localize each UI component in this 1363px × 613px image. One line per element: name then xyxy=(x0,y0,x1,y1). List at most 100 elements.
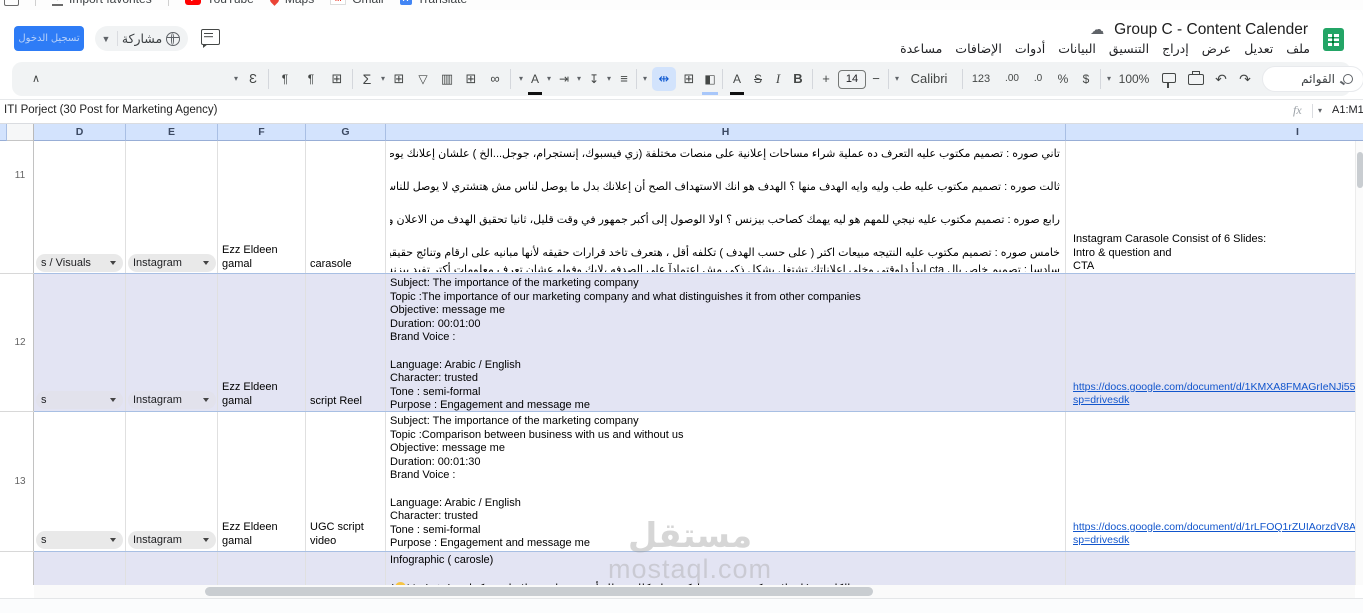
dropdown-icon[interactable]: ▾ xyxy=(640,62,650,96)
dropdown-chip-platform[interactable]: Instagram xyxy=(128,254,216,272)
cell-content-brief[interactable]: Subject: The importance of the marketing… xyxy=(390,277,1060,413)
sheets-logo[interactable] xyxy=(1323,28,1344,51)
menu-format[interactable]: التنسيق xyxy=(1109,41,1149,56)
increase-font-size-button[interactable]: + xyxy=(818,62,834,96)
cell-content-arabic[interactable]: تاني صوره : تصميم مكتوب عليه التعرف ده ع… xyxy=(390,146,1060,272)
dropdown-chip-type[interactable]: s / Visuals xyxy=(36,254,123,272)
borders-icon[interactable]: ⊞ xyxy=(680,62,698,96)
column-header-i[interactable]: I xyxy=(1066,124,1363,141)
insert-link-icon[interactable]: ∞ xyxy=(486,62,504,96)
strikethrough-icon[interactable]: S xyxy=(750,62,766,96)
menu-view[interactable]: عرض xyxy=(1202,41,1231,56)
decrease-font-size-button[interactable]: − xyxy=(868,62,884,96)
column-header-partial[interactable] xyxy=(0,124,7,141)
column-header-e[interactable]: E xyxy=(126,124,218,141)
column-header-f[interactable]: F xyxy=(218,124,306,141)
bold-icon[interactable]: B xyxy=(790,62,806,96)
dropdown-icon[interactable]: ▾ xyxy=(230,62,242,96)
zoom-level[interactable]: 100% xyxy=(1116,62,1152,96)
grid-corner[interactable] xyxy=(7,124,34,141)
dropdown-chip-platform[interactable]: Instagram xyxy=(128,391,216,409)
dropdown-icon[interactable]: ▾ xyxy=(604,62,614,96)
cell-doc-link[interactable]: https://docs.google.com/document/d/1rLFO… xyxy=(1073,521,1360,547)
cell-format[interactable]: carasole xyxy=(310,258,352,272)
undo-icon[interactable]: ↶ xyxy=(1212,62,1230,96)
sheet-direction-icon[interactable]: ⊞ xyxy=(328,62,346,96)
cell-format[interactable]: UGC script video xyxy=(310,521,364,548)
formula-input[interactable]: ITI Porject (30 Post for Marketing Agenc… xyxy=(4,104,217,116)
menu-data[interactable]: البيانات xyxy=(1058,41,1096,56)
row-header-11[interactable]: 11 xyxy=(7,141,34,273)
cell-doc-link[interactable]: https://docs.google.com/document/d/1KMXA… xyxy=(1073,381,1360,407)
row-header-13[interactable]: 13 xyxy=(7,412,34,551)
horizontal-scrollbar-thumb[interactable] xyxy=(205,587,873,596)
cell-owner[interactable]: Ezz Eldeen gamal xyxy=(222,381,278,408)
row-header-14[interactable] xyxy=(7,552,34,585)
dropdown-icon[interactable]: ▾ xyxy=(544,62,554,96)
decrease-decimal-button[interactable]: .0 xyxy=(1028,62,1048,96)
menus-search-button[interactable]: القوائم xyxy=(1262,66,1363,92)
text-wrap-icon[interactable]: ≡ xyxy=(616,62,632,96)
dropdown-icon[interactable]: ▾ xyxy=(516,62,526,96)
menu-extensions[interactable]: الإضافات xyxy=(955,41,1002,56)
pivot-table-icon[interactable]: ⊞ xyxy=(390,62,408,96)
row-header-12[interactable]: 12 xyxy=(7,274,34,411)
menu-insert[interactable]: إدراج xyxy=(1162,41,1189,56)
vertical-align-icon[interactable]: ↧ xyxy=(586,62,602,96)
number-format-button[interactable]: 123 xyxy=(968,62,994,96)
horizontal-align-icon[interactable]: ⇥ xyxy=(556,62,572,96)
cell-format[interactable]: script Reel xyxy=(310,395,362,409)
font-name-select[interactable]: Calibri xyxy=(904,62,954,96)
font-size-field[interactable]: 14 xyxy=(838,70,866,89)
horizontal-scrollbar[interactable] xyxy=(34,585,1355,598)
collapse-toolbar-icon[interactable]: ∧ xyxy=(26,62,46,96)
text-color-icon[interactable]: A xyxy=(730,66,744,95)
paint-format-icon[interactable] xyxy=(1162,73,1176,88)
sum-functions-icon[interactable]: Σ xyxy=(358,62,376,96)
sign-in-button[interactable]: تسجيل الدخول xyxy=(14,26,84,51)
vertical-scrollbar-thumb[interactable] xyxy=(1357,152,1363,188)
insert-chart-icon[interactable]: ▥ xyxy=(438,62,456,96)
text-color-icon[interactable]: A xyxy=(528,66,542,95)
bookmark-youtube[interactable]: YouTube xyxy=(184,0,254,6)
insert-cells-icon[interactable]: ⊞ xyxy=(462,62,480,96)
italic-icon[interactable]: I xyxy=(770,62,786,96)
name-box-dropdown-icon[interactable]: ▾ xyxy=(1318,106,1322,115)
bookmark-maps[interactable]: Maps xyxy=(267,0,314,6)
percent-format-button[interactable]: % xyxy=(1054,62,1072,96)
cell-owner[interactable]: Ezz Eldeen gamal xyxy=(222,521,278,548)
print-icon[interactable] xyxy=(1188,71,1204,85)
functions-icon[interactable]: Ɛ xyxy=(244,62,262,96)
currency-format-button[interactable]: $ xyxy=(1078,62,1094,96)
reading-list-icon[interactable] xyxy=(4,0,19,6)
dropdown-chip-type[interactable]: s xyxy=(36,391,123,409)
bookmark-import-favorites[interactable]: ↓ Import favorites xyxy=(52,0,152,6)
merge-cells-icon[interactable]: ⇹ xyxy=(652,67,676,91)
bookmark-translate[interactable]: A Translate xyxy=(399,0,467,6)
zoom-dropdown-icon[interactable]: ▾ xyxy=(1104,62,1114,96)
share-button[interactable]: ▼ مشاركة xyxy=(95,26,188,51)
text-direction-ltr-icon[interactable]: ¶ xyxy=(276,62,294,96)
font-dropdown-icon[interactable]: ▾ xyxy=(892,62,902,96)
share-dropdown-arrow[interactable]: ▼ xyxy=(95,34,117,44)
vertical-scrollbar[interactable] xyxy=(1355,141,1363,585)
increase-decimal-button[interactable]: .00 xyxy=(1000,62,1024,96)
dropdown-icon[interactable]: ▾ xyxy=(574,62,584,96)
menu-help[interactable]: مساعدة xyxy=(900,41,942,56)
document-title[interactable]: Group C - Content Calender xyxy=(1114,21,1308,39)
menu-tools[interactable]: أدوات xyxy=(1015,41,1045,56)
cell-content-infographic[interactable]: Infographic ( carosle) xyxy=(390,554,493,568)
dropdown-chip-type[interactable]: s xyxy=(36,531,123,549)
cell-owner[interactable]: Ezz Eldeen gamal xyxy=(222,244,278,271)
menu-edit[interactable]: تعديل xyxy=(1244,41,1273,56)
name-box[interactable]: A1:M1 xyxy=(1332,104,1363,116)
comment-history-button[interactable] xyxy=(201,29,220,48)
bookmark-gmail[interactable]: M Gmail xyxy=(330,0,384,6)
cell-notes[interactable]: Instagram Carasole Consist of 6 Slides: … xyxy=(1073,233,1355,274)
text-direction-rtl-icon[interactable]: ¶ xyxy=(302,62,320,96)
column-header-d[interactable]: D xyxy=(34,124,126,141)
menu-file[interactable]: ملف xyxy=(1286,41,1310,56)
cell-content-brief[interactable]: Subject: The importance of the marketing… xyxy=(390,415,1060,551)
fill-color-icon[interactable]: ◧ xyxy=(702,66,718,95)
dropdown-icon[interactable]: ▾ xyxy=(378,62,388,96)
